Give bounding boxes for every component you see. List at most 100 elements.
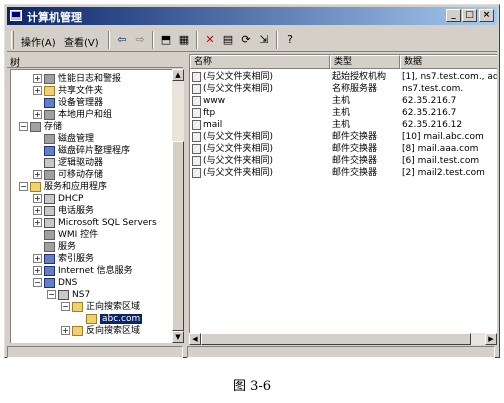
help-icon[interactable]: ?	[282, 32, 298, 48]
scroll-left-icon[interactable]: ◀	[189, 333, 201, 345]
title-bar[interactable]: 计算机管理 _ □ ×	[7, 7, 497, 25]
tree-item-dhcp[interactable]: + DHCP	[33, 193, 83, 205]
back-arrow-icon[interactable]: ⇦	[114, 32, 130, 48]
list-horizontal-scrollbar[interactable]: ◀ ▶	[189, 333, 497, 345]
tree-item-abc-com[interactable]: abc.com	[86, 313, 143, 325]
zone-icon	[86, 313, 97, 324]
storage-icon	[30, 121, 41, 132]
tree-item-dns[interactable]: − DNS	[33, 277, 77, 289]
properties-icon[interactable]: ▤	[220, 32, 236, 48]
record-icon	[192, 143, 201, 154]
tree-item-ns7[interactable]: − NS7	[47, 289, 90, 301]
expand-icon[interactable]: +	[33, 266, 42, 275]
show-tree-icon[interactable]: ▦	[176, 32, 192, 48]
tree-item-removable-storage[interactable]: + 可移动存储	[33, 169, 103, 181]
expand-icon[interactable]: +	[33, 86, 42, 95]
scroll-right-icon[interactable]: ▶	[485, 333, 497, 345]
tree-item-reverse-lookup[interactable]: + 反向搜索区域	[61, 325, 140, 337]
scroll-thumb[interactable]	[172, 141, 184, 331]
computer-management-window: 计算机管理 _ □ × 操作(A) 查看(V) ⇦ ⇨ ⬒ ▦ ✕ ▤ ⟳ ⇲ …	[4, 4, 500, 358]
tree-item-storage[interactable]: − 存储	[19, 121, 62, 133]
column-header-type[interactable]: 类型	[330, 55, 400, 69]
services-icon	[44, 241, 55, 252]
toolbar-grip[interactable]	[11, 31, 14, 49]
status-cell	[7, 346, 183, 358]
up-folder-icon[interactable]: ⬒	[158, 32, 174, 48]
services-apps-icon	[30, 181, 41, 192]
disk-icon	[44, 133, 55, 144]
close-button[interactable]: ×	[479, 9, 494, 22]
forward-arrow-icon[interactable]: ⇨	[132, 32, 148, 48]
maximize-button[interactable]: □	[462, 9, 477, 22]
window-title: 计算机管理	[27, 11, 82, 24]
list-row[interactable]: (与父文件夹相同)起始授权机构[1], ns7.test.com., admin…	[190, 71, 497, 83]
expand-icon[interactable]: +	[33, 206, 42, 215]
expand-icon[interactable]: +	[33, 254, 42, 263]
collapse-icon[interactable]: −	[19, 122, 28, 131]
tree-item-performance-logs[interactable]: + 性能日志和警报	[33, 73, 121, 85]
tree-item-device-manager[interactable]: 设备管理器	[44, 97, 103, 109]
delete-icon[interactable]: ✕	[202, 32, 218, 48]
collapse-icon[interactable]: −	[33, 278, 42, 287]
list-row[interactable]: ftp 主机 62.35.216.7	[190, 107, 497, 119]
performance-icon	[44, 73, 55, 84]
tree-item-defrag[interactable]: 磁盘碎片整理程序	[44, 145, 130, 157]
toolbar: 操作(A) 查看(V) ⇦ ⇨ ⬒ ▦ ✕ ▤ ⟳ ⇲ ?	[7, 28, 497, 52]
scroll-up-icon[interactable]: ▲	[172, 69, 184, 81]
tree-item-iis[interactable]: + Internet 信息服务	[33, 265, 133, 277]
tree-item-services[interactable]: 服务	[44, 241, 76, 253]
collapse-icon[interactable]: −	[47, 290, 56, 299]
list-row[interactable]: (与父文件夹相同) 邮件交换器 [2] mail2.test.com	[190, 167, 497, 179]
export-list-icon[interactable]: ⇲	[256, 32, 272, 48]
toolbar-separator	[196, 31, 198, 49]
iis-icon	[44, 265, 55, 276]
tree-item-disk-management[interactable]: 磁盘管理	[44, 133, 94, 145]
expand-icon[interactable]: +	[33, 110, 42, 119]
record-icon	[192, 167, 201, 178]
records-list[interactable]: 名称 类型 数据 (与父文件夹相同) 起始授权机构 [1], ns7.test.co…	[189, 54, 497, 343]
column-header-name[interactable]: 名称	[190, 55, 330, 69]
column-header-data[interactable]: 数据	[400, 55, 497, 69]
expand-icon[interactable]: +	[33, 218, 42, 227]
tree-item-logical-drives[interactable]: 逻辑驱动器	[44, 157, 103, 169]
tree-item-local-users[interactable]: + 本地用户和组	[33, 109, 112, 121]
expand-icon[interactable]: +	[33, 74, 42, 83]
menu-view[interactable]: 查看(V)	[64, 34, 99, 49]
collapse-icon[interactable]: −	[19, 182, 28, 191]
expand-icon[interactable]: +	[33, 170, 42, 179]
tree-item-services-apps[interactable]: − 服务和应用程序	[19, 181, 107, 193]
list-row[interactable]: (与父文件夹相同) 名称服务器 ns7.test.com.	[190, 83, 497, 95]
refresh-icon[interactable]: ⟳	[238, 32, 254, 48]
console-tree[interactable]: + 性能日志和警报 + 共享文件夹 设备管理器 + 本地用户和组 − 存储 磁盘管理 磁…	[10, 69, 183, 343]
list-row[interactable]: www 主机 62.35.216.7	[190, 95, 497, 107]
tree-item-indexing[interactable]: + 索引服务	[33, 253, 94, 265]
tree-item-telephony[interactable]: + 电话服务	[33, 205, 94, 217]
expand-icon[interactable]: +	[61, 326, 70, 335]
expand-icon[interactable]: +	[33, 194, 42, 203]
defrag-icon	[44, 145, 55, 156]
scroll-thumb[interactable]	[201, 333, 471, 345]
menu-action[interactable]: 操作(A)	[21, 34, 56, 49]
tree-item-sql-servers[interactable]: + Microsoft SQL Servers	[33, 217, 157, 229]
removable-storage-icon	[44, 169, 55, 180]
list-row[interactable]: (与父文件夹相同) 邮件交换器 [8] mail.aaa.com	[190, 143, 497, 155]
shared-folder-icon	[44, 85, 55, 96]
status-cell	[187, 346, 495, 358]
tree-item-forward-lookup[interactable]: − 正向搜索区域	[61, 301, 140, 313]
list-row[interactable]: (与父文件夹相同) 邮件交换器 [6] mail.test.com	[190, 155, 497, 167]
minimize-button[interactable]: _	[446, 9, 461, 22]
tree-vertical-scrollbar[interactable]: ▲ ▼	[172, 69, 184, 343]
device-manager-icon	[44, 97, 55, 108]
tree-item-wmi[interactable]: WMI 控件	[44, 229, 98, 241]
telephony-icon	[44, 205, 55, 216]
sql-icon	[44, 217, 55, 228]
scroll-down-icon[interactable]: ▼	[172, 331, 184, 343]
folder-icon	[72, 325, 83, 336]
list-row[interactable]: mail 主机 62.35.216.12	[190, 119, 497, 131]
list-row[interactable]: (与父文件夹相同) 邮件交换器 [10] mail.abc.com	[190, 131, 497, 143]
tree-item-shared-folders[interactable]: + 共享文件夹	[33, 85, 103, 97]
dns-icon	[44, 277, 55, 288]
collapse-icon[interactable]: −	[61, 302, 70, 311]
tree-header: 树	[7, 54, 183, 69]
record-icon	[192, 131, 201, 142]
